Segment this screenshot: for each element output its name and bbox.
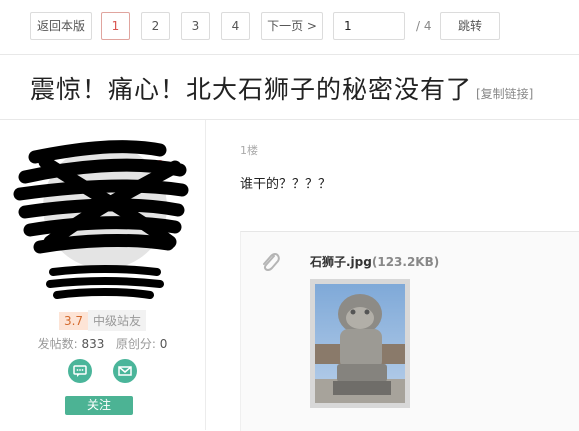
pagination-bar: 返回本版 1 2 3 4 下一页 > 1 / 4 跳转 bbox=[0, 0, 579, 54]
attachment-name[interactable]: 石狮子.jpg bbox=[310, 255, 372, 269]
page-1-button[interactable]: 1 bbox=[101, 12, 130, 40]
posts-count: 833 bbox=[81, 337, 105, 351]
page-3-button[interactable]: 3 bbox=[181, 12, 210, 40]
back-to-board-button[interactable]: 返回本版 bbox=[30, 12, 92, 40]
divider bbox=[0, 54, 579, 55]
jump-button[interactable]: 跳转 bbox=[440, 12, 500, 40]
original-label: 原创分: bbox=[115, 337, 156, 351]
page-number-input[interactable]: 1 bbox=[333, 12, 405, 40]
floor-number: 1楼 bbox=[240, 144, 258, 157]
author-sidebar: 3.7 中级站友 发帖数: 833 原创分: 0 关注 bbox=[0, 120, 206, 430]
page-2-button[interactable]: 2 bbox=[141, 12, 170, 40]
username-redaction bbox=[46, 265, 164, 299]
copy-link-button[interactable]: [复制链接] bbox=[476, 85, 533, 102]
avatar[interactable] bbox=[10, 132, 190, 277]
original-score: 0 bbox=[159, 337, 168, 351]
stone-lion-image bbox=[315, 284, 405, 403]
posts-label: 发帖数: bbox=[37, 337, 78, 351]
message-icon[interactable] bbox=[67, 359, 92, 383]
level-badge: 3.7 bbox=[58, 312, 89, 330]
next-page-button[interactable]: 下一页 > bbox=[261, 12, 323, 40]
paperclip-icon bbox=[263, 252, 280, 272]
attachment-thumbnail[interactable] bbox=[310, 279, 410, 408]
attachment-size: (123.2KB) bbox=[371, 255, 440, 269]
thread-title: 震惊！痛心！北大石狮子的秘密没有了 bbox=[30, 75, 473, 104]
total-pages-label: / 4 bbox=[416, 19, 432, 33]
mail-icon[interactable] bbox=[113, 359, 138, 383]
post-content: 谁干的？？？？ bbox=[240, 177, 332, 192]
rank-badge: 中级站友 bbox=[88, 310, 147, 331]
follow-button[interactable]: 关注 bbox=[65, 396, 133, 415]
contact-icons bbox=[0, 359, 205, 383]
attachment-filename[interactable]: 石狮子.jpg(123.2KB) bbox=[310, 253, 439, 270]
user-level-row: 3.7 中级站友 bbox=[0, 310, 205, 331]
page-4-button[interactable]: 4 bbox=[221, 12, 250, 40]
user-stats: 发帖数: 833 原创分: 0 bbox=[0, 335, 205, 352]
